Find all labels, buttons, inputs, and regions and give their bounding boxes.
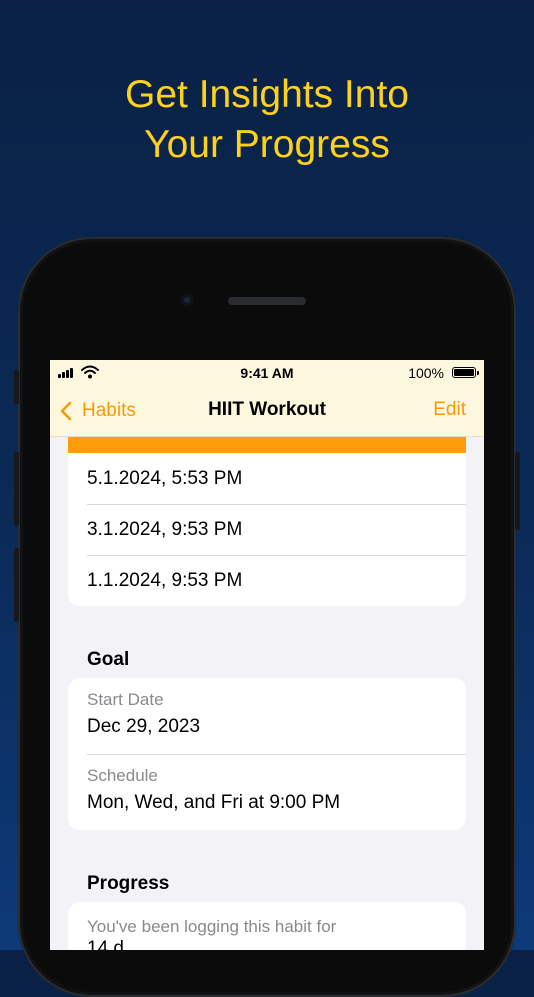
side-button-right xyxy=(515,452,520,530)
progress-text: You've been logging this habit for xyxy=(87,917,337,936)
log-entries-card: 5.1.2024, 5:53 PM 3.1.2024, 9:53 PM 1.1.… xyxy=(68,453,466,606)
headline-line-2: Your Progress xyxy=(144,123,390,166)
goal-section-title: Goal xyxy=(87,649,130,670)
nav-title: HIIT Workout xyxy=(208,399,326,420)
progress-description: You've been logging this habit for 14 d xyxy=(68,902,466,950)
battery-percentage: 100% xyxy=(408,365,444,381)
progress-value-cut: 14 d xyxy=(87,938,124,950)
front-camera xyxy=(181,294,193,306)
status-bar: 9:41 AM 100% xyxy=(50,360,484,386)
progress-section-title: Progress xyxy=(87,873,170,894)
schedule-value: Mon, Wed, and Fri at 9:00 PM xyxy=(87,792,341,813)
schedule-label: Schedule xyxy=(87,766,158,785)
side-button-left-2 xyxy=(14,452,19,526)
log-entry[interactable]: 3.1.2024, 9:53 PM xyxy=(68,504,466,555)
side-button-left xyxy=(14,370,19,404)
schedule-field[interactable]: Schedule Mon, Wed, and Fri at 9:00 PM xyxy=(68,754,466,830)
phone-screen: 9:41 AM 100% Habits HIIT Workout Edit 5.… xyxy=(50,360,484,950)
edit-button[interactable]: Edit xyxy=(433,399,466,421)
battery-icon xyxy=(452,367,479,378)
start-date-value: Dec 29, 2023 xyxy=(87,716,201,737)
navigation-bar: Habits HIIT Workout Edit xyxy=(50,386,484,437)
headline: Get Insights Into Your Progress xyxy=(0,70,534,170)
side-button-left-3 xyxy=(14,548,19,622)
progress-card: You've been logging this habit for 14 d xyxy=(68,902,466,950)
headline-line-1: Get Insights Into xyxy=(125,73,409,116)
start-date-field[interactable]: Start Date Dec 29, 2023 xyxy=(68,678,466,754)
goal-card: Start Date Dec 29, 2023 Schedule Mon, We… xyxy=(68,678,466,830)
scroll-content[interactable]: 5.1.2024, 5:53 PM 3.1.2024, 9:53 PM 1.1.… xyxy=(50,437,484,950)
log-entry[interactable]: 5.1.2024, 5:53 PM xyxy=(68,453,466,504)
log-header-strip xyxy=(68,437,466,453)
speaker-grille xyxy=(228,297,306,305)
log-entry[interactable]: 1.1.2024, 9:53 PM xyxy=(68,555,466,606)
start-date-label: Start Date xyxy=(87,690,164,709)
